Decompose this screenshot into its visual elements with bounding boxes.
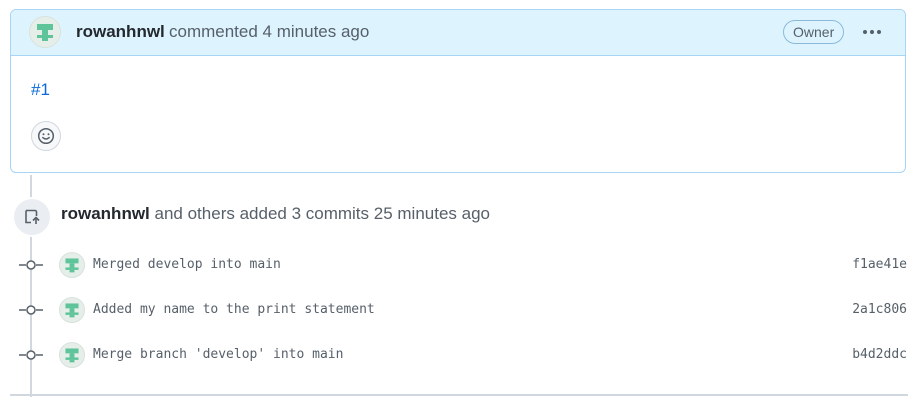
issue-reference-link[interactable]: #1	[31, 80, 50, 100]
commit-row: Added my name to the print statement 2a1…	[0, 295, 920, 325]
comment-box: rowanhnwl commented 4 minutes ago Owner …	[10, 9, 906, 173]
comment-header: rowanhnwl commented 4 minutes ago Owner	[11, 10, 905, 56]
commits-event-summary: rowanhnwl and others added 3 commits 25 …	[61, 204, 490, 224]
commit-author-avatar[interactable]	[59, 252, 85, 278]
commit-author-avatar[interactable]	[59, 342, 85, 368]
owner-badge: Owner	[783, 20, 845, 44]
git-commit-icon	[19, 305, 43, 315]
smiley-icon	[37, 127, 55, 145]
commit-row: Merged develop into main f1ae41e	[0, 250, 920, 280]
git-commit-icon	[19, 350, 43, 360]
event-description: and others added 3 commits 25 minutes ag…	[154, 204, 490, 223]
comment-author-link[interactable]: rowanhnwl	[76, 22, 165, 42]
git-commit-icon	[19, 260, 43, 270]
commit-sha-link[interactable]: b4d2ddc	[852, 347, 907, 362]
repo-push-icon	[12, 197, 52, 237]
kebab-icon[interactable]	[859, 22, 885, 42]
author-avatar[interactable]	[29, 16, 61, 48]
commit-row: Merge branch 'develop' into main b4d2ddc	[0, 340, 920, 370]
timeline-divider	[10, 394, 908, 396]
commit-message-link[interactable]: Merge branch 'develop' into main	[93, 347, 343, 362]
commit-sha-link[interactable]: 2a1c806	[852, 302, 907, 317]
add-reaction-button[interactable]	[31, 121, 61, 151]
commit-author-avatar[interactable]	[59, 297, 85, 323]
commit-message-link[interactable]: Added my name to the print statement	[93, 302, 375, 317]
event-author-link[interactable]: rowanhnwl	[61, 204, 150, 223]
commit-message-link[interactable]: Merged develop into main	[93, 257, 281, 272]
commit-sha-link[interactable]: f1ae41e	[852, 257, 907, 272]
comment-timestamp: commented 4 minutes ago	[169, 22, 370, 41]
